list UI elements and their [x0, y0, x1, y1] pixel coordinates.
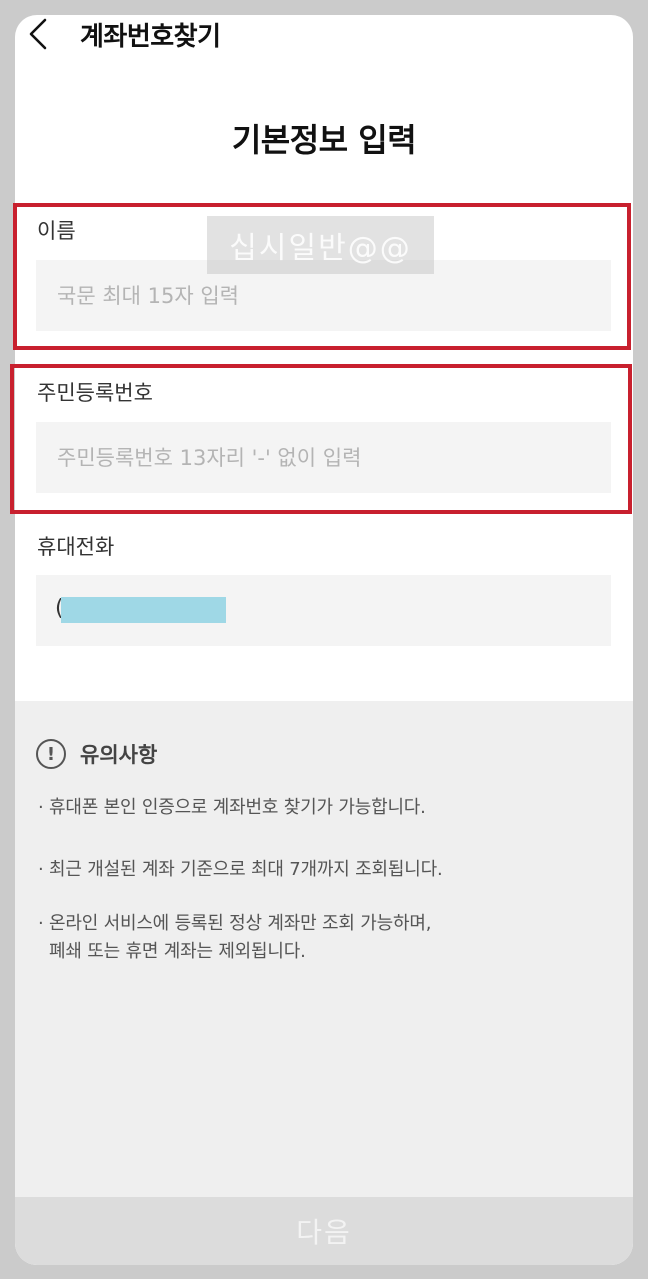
- header: 계좌번호찾기: [15, 15, 633, 55]
- next-button[interactable]: 다음: [15, 1197, 633, 1265]
- notice-title: 유의사항: [80, 743, 158, 767]
- phone-label: 휴대전화: [37, 535, 115, 559]
- notice-header: ! 유의사항: [36, 739, 157, 769]
- notice-text: 온라인 서비스에 등록된 정상 계좌만 조회 가능하며,: [49, 913, 432, 934]
- notice-item: · 온라인 서비스에 등록된 정상 계좌만 조회 가능하며, 폐쇄 또는 휴면 계…: [38, 910, 431, 966]
- phone-redaction: [61, 597, 226, 623]
- chevron-left-icon: [29, 18, 47, 50]
- screen: 계좌번호찾기 기본정보 입력 이름 십시일반@@ 주민등록번호 휴대전화 ( !…: [15, 15, 633, 1265]
- back-button[interactable]: [23, 17, 53, 51]
- bullet: ·: [38, 859, 44, 880]
- notice-section: ! 유의사항 · 휴대폰 본인 인증으로 계좌번호 찾기가 가능합니다. · 최근 …: [15, 701, 633, 1265]
- exclamation-circle-icon: !: [36, 739, 66, 769]
- notice-text: 최근 개설된 계좌 기준으로 최대 7개까지 조회됩니다.: [49, 859, 443, 880]
- bullet: ·: [38, 913, 44, 934]
- notice-text: 폐쇄 또는 휴면 계좌는 제외됩니다.: [49, 941, 306, 962]
- header-title: 계좌번호찾기: [80, 22, 221, 52]
- notice-item: · 최근 개설된 계좌 기준으로 최대 7개까지 조회됩니다.: [38, 856, 443, 884]
- next-button-label: 다음: [296, 1217, 352, 1248]
- ssn-input[interactable]: [36, 422, 611, 493]
- page-title: 기본정보 입력: [231, 121, 417, 159]
- notice-text: 휴대폰 본인 인증으로 계좌번호 찾기가 가능합니다.: [49, 797, 426, 818]
- name-label: 이름: [37, 219, 76, 243]
- bullet: ·: [38, 797, 44, 818]
- ssn-label: 주민등록번호: [37, 381, 153, 405]
- watermark: 십시일반@@: [207, 216, 434, 274]
- notice-item: · 휴대폰 본인 인증으로 계좌번호 찾기가 가능합니다.: [38, 794, 426, 822]
